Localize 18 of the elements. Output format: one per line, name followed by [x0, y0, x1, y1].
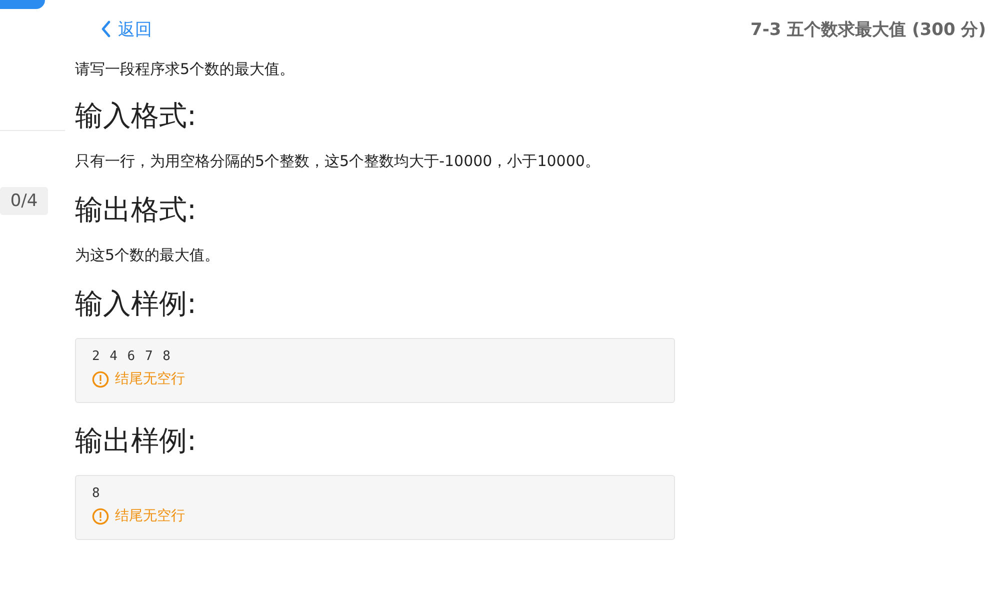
- section-heading: 输出格式:: [75, 192, 198, 228]
- section-heading: 输入样例:: [75, 286, 198, 322]
- progress-badge: 0/4: [0, 187, 48, 215]
- warning-icon: [92, 508, 109, 524]
- section-text: 为这5个数的最大值。: [75, 245, 221, 266]
- warning-icon: [92, 370, 109, 388]
- back-link[interactable]: 返回: [100, 18, 152, 40]
- section-text: 只有一行，为用空格分隔的5个整数，这5个整数均大于-10000，小于10000。: [75, 151, 601, 172]
- back-chevron-icon: [100, 20, 112, 38]
- note-text: 结尾无空行: [115, 507, 185, 525]
- sample-code: 8: [92, 486, 102, 501]
- problem-description: 请写一段程序求5个数的最大值。: [75, 59, 296, 80]
- section-heading: 输入格式:: [75, 98, 198, 134]
- section-heading: 输出样例:: [75, 423, 198, 459]
- sample-code: 2 4 6 7 8: [92, 349, 172, 364]
- note-text: 结尾无空行: [115, 370, 185, 388]
- problem-title: 7-3 五个数求最大值 (300 分): [750, 18, 986, 40]
- corner-tab[interactable]: [0, 0, 45, 9]
